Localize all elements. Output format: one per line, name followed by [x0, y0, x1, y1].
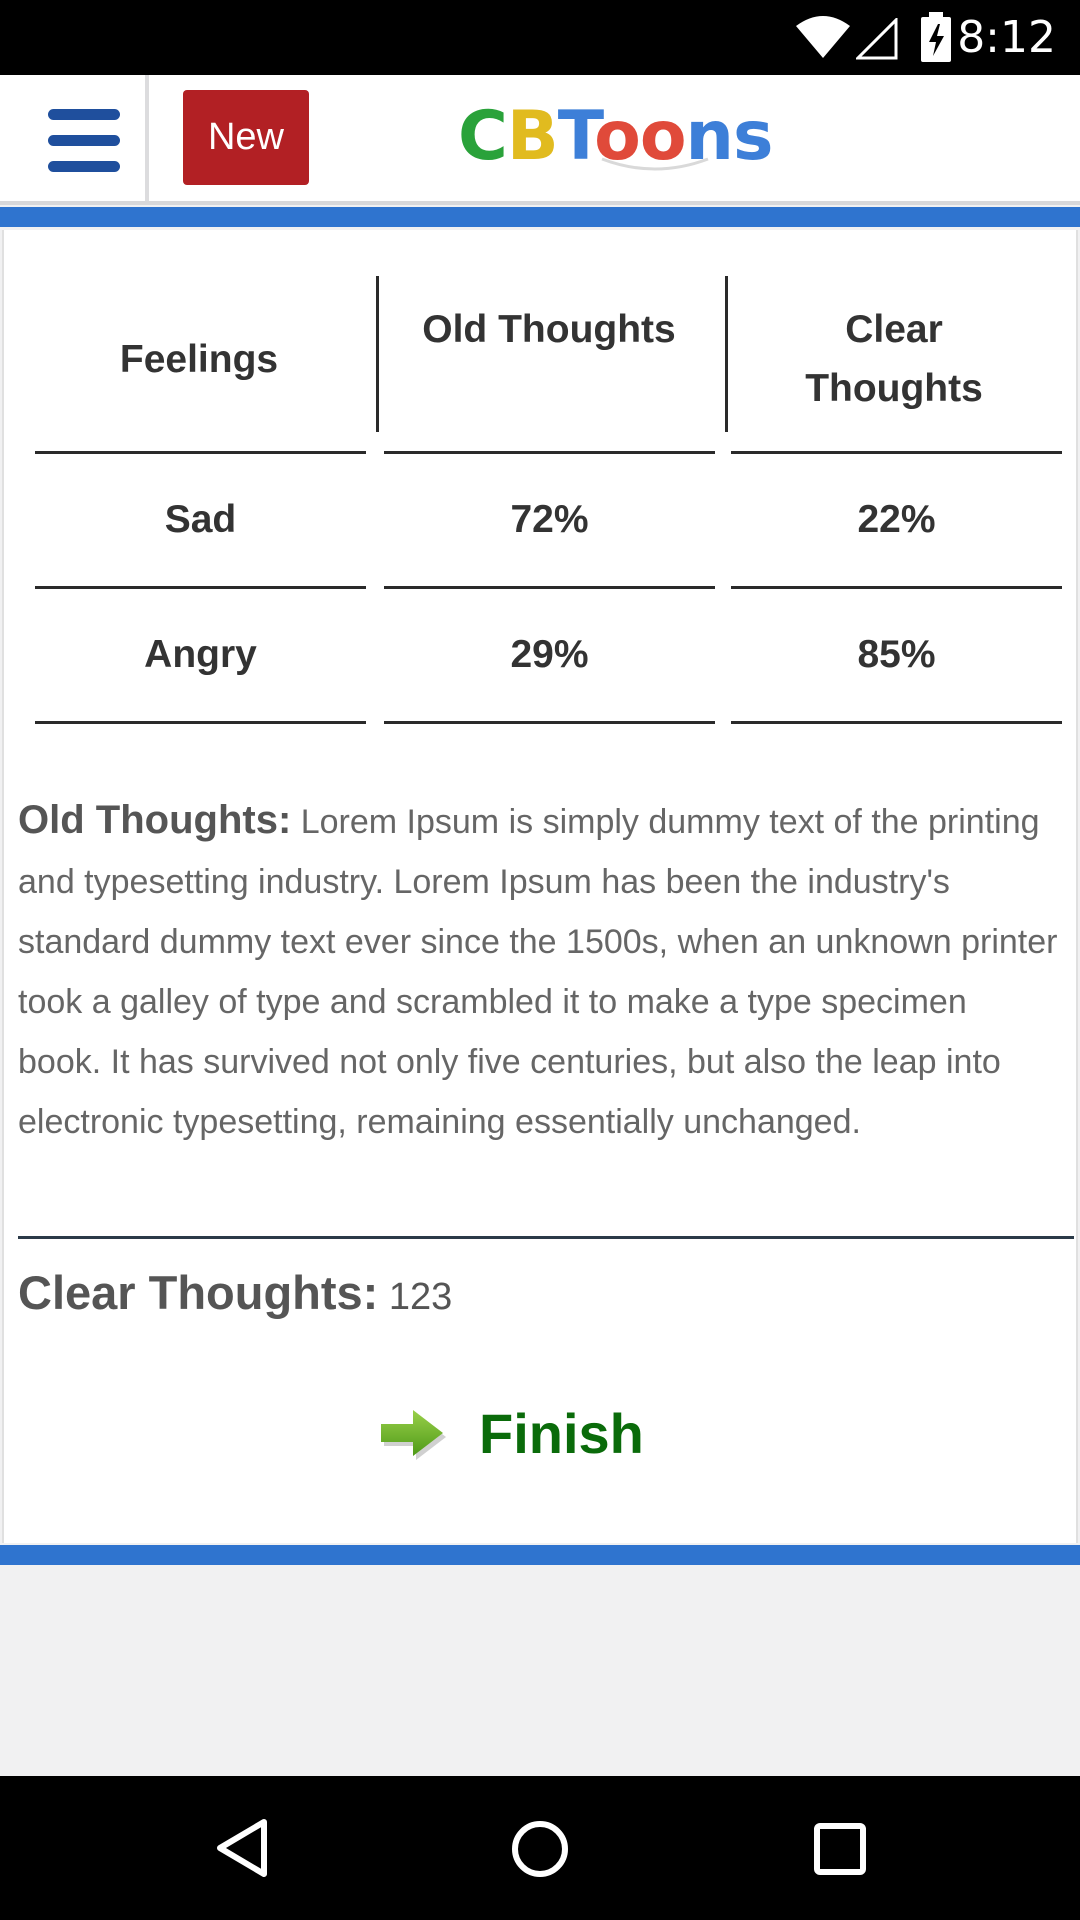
header-divider: [145, 75, 149, 201]
table-rule: [384, 451, 715, 454]
clear-thoughts-line: Clear Thoughts: 123: [18, 1265, 452, 1320]
table-column-divider: [376, 276, 379, 432]
table-rule: [384, 586, 715, 589]
app-header: New CBToons: [0, 75, 1080, 205]
table-cell-clear: 22%: [857, 498, 936, 541]
logo-part-b: B: [506, 97, 559, 176]
arrow-right-icon: [381, 1410, 446, 1460]
clear-thoughts-label: Clear Thoughts:: [18, 1266, 379, 1319]
system-nav-bar: [0, 1776, 1080, 1920]
hamburger-menu-icon[interactable]: [42, 109, 122, 173]
table-rule: [731, 586, 1062, 589]
table-header-clear-thoughts: Clear Thoughts: [805, 308, 983, 410]
table-header-old-thoughts: Old Thoughts: [422, 308, 676, 351]
table-rule: [35, 721, 366, 724]
recents-icon[interactable]: [813, 1822, 867, 1876]
top-accent-band: [0, 207, 1080, 227]
logo-part-t: T: [557, 97, 595, 176]
finish-label: Finish: [479, 1401, 644, 1465]
section-divider: [18, 1236, 1074, 1239]
signal-icon: [856, 18, 898, 60]
logo-part-c: C: [458, 97, 508, 176]
bottom-accent-band: [0, 1545, 1080, 1565]
table-cell-feeling: Sad: [164, 498, 237, 541]
old-thoughts-label: Old Thoughts:: [18, 798, 292, 842]
new-button[interactable]: New: [183, 90, 309, 185]
home-icon[interactable]: [511, 1820, 569, 1878]
finish-button[interactable]: Finish: [375, 1396, 644, 1470]
table-cell-clear: 85%: [857, 633, 936, 676]
table-rule: [731, 451, 1062, 454]
table-cell-old: 72%: [510, 498, 589, 541]
table-cell-feeling: Angry: [144, 633, 257, 676]
back-icon[interactable]: [212, 1817, 272, 1879]
status-bar: 8:12: [0, 0, 1080, 75]
status-time: 8:12: [957, 12, 1056, 63]
wifi-icon: [796, 16, 850, 58]
table-column-divider: [725, 276, 728, 432]
battery-charging-icon: [921, 12, 951, 62]
table-rule: [35, 586, 366, 589]
table-cell-old: 29%: [510, 633, 589, 676]
logo-swoosh: [601, 157, 709, 171]
clear-thoughts-value: 123: [388, 1276, 453, 1318]
table-rule: [384, 721, 715, 724]
table-header-feelings: Feelings: [119, 338, 279, 381]
old-thoughts-paragraph: Old Thoughts: Lorem Ipsum is simply dumm…: [18, 790, 1058, 1152]
table-rule: [35, 451, 366, 454]
old-thoughts-text: Lorem Ipsum is simply dummy text of the …: [18, 803, 1058, 1141]
table-rule: [731, 721, 1062, 724]
